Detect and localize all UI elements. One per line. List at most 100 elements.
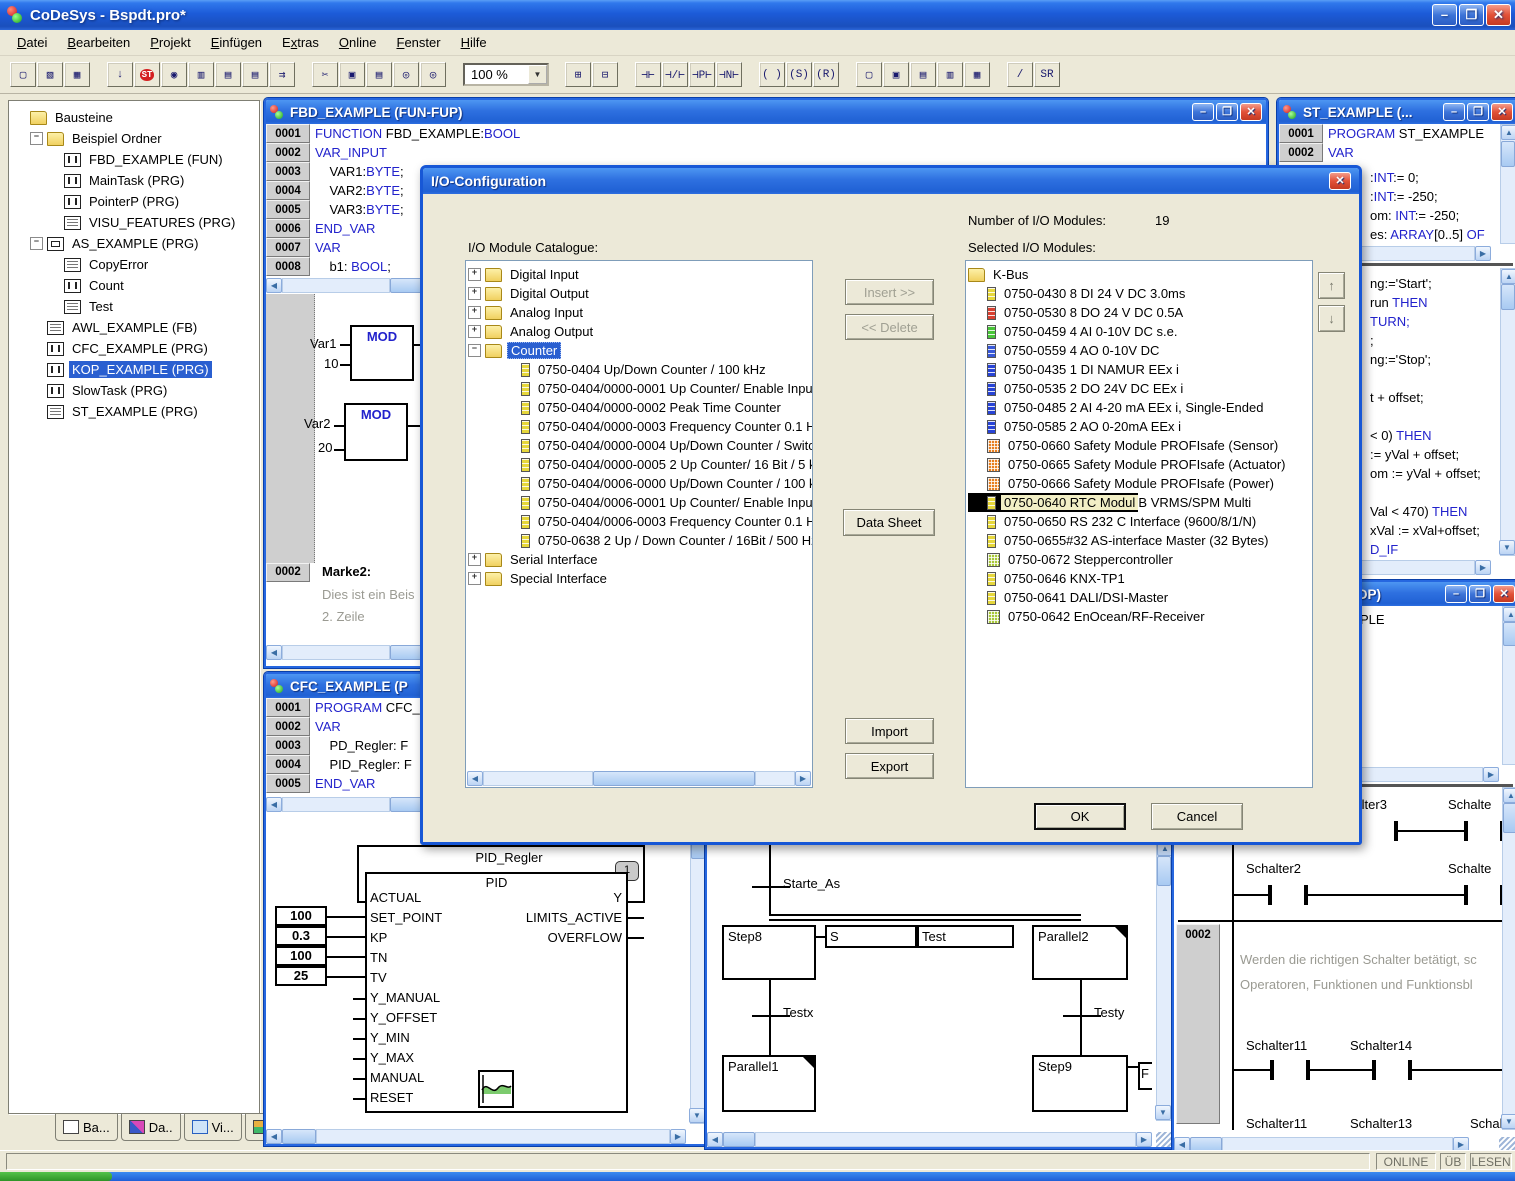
delete-button[interactable]: << Delete [845,314,934,340]
toolbar-button[interactable]: (R) [813,62,839,87]
catalogue-item[interactable]: + Serial Interface [468,550,812,569]
cfc-diagram-pane[interactable]: PID_Regler 1 PID ACTUALSET_POINTKPTNTVY_… [266,813,706,1144]
selected-module-row[interactable]: 0750-0585 2 AO 0-20mA EEx i [968,417,1312,436]
close-button[interactable]: ✕ [1486,4,1511,26]
block-input-pin[interactable]: Y_MANUAL [370,988,442,1008]
selected-module-row[interactable]: 0750-0672 Steppercontroller [968,550,1312,569]
toolbar-button[interactable]: ▣ [339,62,365,87]
import-button[interactable]: Import [845,718,934,744]
toolbar-button[interactable]: ▢ [10,62,36,87]
selected-module-row[interactable]: 0750-0641 DALI/DSI-Master [968,588,1312,607]
catalogue-item[interactable]: 0750-0404/0006-0001 Up Counter/ Enable I… [468,493,812,512]
block-input-pin[interactable]: RESET [370,1088,442,1108]
data-sheet-button[interactable]: Data Sheet [843,509,935,536]
contact-label[interactable]: Schalte [1448,861,1491,876]
maximize-button[interactable]: ❐ [1469,585,1491,603]
tree-item[interactable]: PointerP (PRG) [13,191,259,212]
sfc-action-box-clipped[interactable]: F [1138,1062,1152,1090]
tree-expander[interactable]: − [468,344,481,357]
tree-expander[interactable]: + [468,268,481,281]
toolbar-button[interactable]: ( ) [759,62,785,87]
catalogue-item[interactable]: 0750-0638 2 Up / Down Counter / 16Bit / … [468,531,812,550]
toolbar-button[interactable]: / [1007,62,1033,87]
toolbar-button[interactable]: ▥ [188,62,214,87]
tree-item[interactable]: KOP_EXAMPLE (PRG) [13,359,259,380]
horizontal-scrollbar[interactable]: ◀ [266,645,424,660]
toolbar-button[interactable]: SR [1034,62,1060,87]
selected-module-row[interactable]: 0750-0642 EnOcean/RF-Receiver [968,607,1312,626]
menu-item[interactable]: Datei [8,32,56,53]
tree-item[interactable]: VISU_FEATURES (PRG) [13,212,259,233]
tree-expander[interactable]: + [468,287,481,300]
input-value-box[interactable]: 100 [275,906,327,926]
sfc-action-name[interactable]: Test [917,925,1014,948]
tree-expander[interactable]: − [30,132,43,145]
selected-module-row[interactable]: K-Bus [968,265,1312,284]
catalogue-item[interactable]: + Analog Output [468,322,812,341]
block-input-pin[interactable]: Y_MIN [370,1028,442,1048]
catalogue-item[interactable]: 0750-0404/0006-0003 Frequency Counter 0.… [468,512,812,531]
toolbar-button[interactable]: ✂ [312,62,338,87]
catalogue-item[interactable]: 0750-0404/0000-0005 2 Up Counter/ 16 Bit… [468,455,812,474]
tree-expander[interactable]: − [30,237,43,250]
contact-label[interactable]: Schalte [1470,1116,1503,1131]
ladder-contact[interactable] [1464,885,1503,905]
tree-item[interactable]: FBD_EXAMPLE (FUN) [13,149,259,170]
contact-label[interactable]: Schalter13 [1350,1116,1412,1131]
selected-module-row[interactable]: 0750-0655#32 AS-interface Master (32 Byt… [968,531,1312,550]
start-button[interactable] [0,1172,112,1181]
contact-label[interactable]: Schalter14 [1350,1038,1412,1053]
selected-module-row[interactable]: 0750-0530 8 DO 24 V DC 0.5A [968,303,1312,322]
catalogue-item[interactable]: 0750-0404/0000-0002 Peak Time Counter [468,398,812,417]
fbd-block[interactable]: MOD [350,325,414,381]
minimize-button[interactable]: – [1443,103,1465,121]
toolbar-button[interactable]: ⊟ [592,62,618,87]
menu-item[interactable]: Online [330,32,386,53]
sfc-step[interactable]: Parallel1 [722,1055,816,1112]
catalogue-item[interactable]: 0750-0404/0000-0004 Up/Down Counter / Sw… [468,436,812,455]
st-window-titlebar[interactable]: ST_EXAMPLE (... – ❐ ✕ [1279,100,1515,124]
close-icon[interactable]: ✕ [1493,585,1515,603]
ladder-contact[interactable] [1270,1060,1310,1080]
input-value-box[interactable]: 25 [275,966,327,986]
block-input-pin[interactable]: MANUAL [370,1068,442,1088]
tree-item[interactable]: ST_EXAMPLE (PRG) [13,401,259,422]
toolbar-button[interactable]: ↓ [107,62,133,87]
contact-label[interactable]: Schalter2 [1246,861,1301,876]
minimize-button[interactable]: – [1445,585,1467,603]
toolbar-button[interactable]: ▥ [937,62,963,87]
ok-button[interactable]: OK [1034,803,1126,830]
toolbar-button[interactable]: ⊣/⊢ [662,62,688,87]
tree-item[interactable]: CFC_EXAMPLE (PRG) [13,338,259,359]
catalogue-item[interactable]: 0750-0404/0000-0003 Frequency Counter 0.… [468,417,812,436]
block-input[interactable]: 10 [324,356,338,371]
horizontal-scrollbar[interactable]: ◀▶ [266,1129,686,1144]
selected-module-row[interactable]: 0750-0559 4 AO 0-10V DC [968,341,1312,360]
minimize-button[interactable]: – [1192,103,1214,121]
windows-taskbar[interactable] [0,1172,1515,1181]
io-module-catalogue-list[interactable]: + Digital Input + Digital Output + [465,260,813,788]
toolbar-button[interactable]: ST [134,62,160,87]
contact-label[interactable]: Schalter11 [1246,1116,1307,1131]
sfc-transition-label[interactable]: Testx [783,1005,813,1020]
catalogue-item[interactable]: + Analog Input [468,303,812,322]
catalogue-item[interactable]: 0750-0404/0000-0001 Up Counter/ Enable I… [468,379,812,398]
toolbar-button[interactable]: ▤ [215,62,241,87]
ladder-contact[interactable] [1372,1060,1412,1080]
catalogue-item[interactable]: − Counter [468,341,812,360]
sfc-action-qualifier[interactable]: S [825,925,917,948]
toolbar-button[interactable]: ▦ [964,62,990,87]
toolbar-button[interactable]: ▢ [856,62,882,87]
block-input-pin[interactable]: TN [370,948,442,968]
selected-module-row[interactable]: 0750-0430 8 DI 24 V DC 3.0ms [968,284,1312,303]
input-value-box[interactable]: 100 [275,946,327,966]
palette-tab[interactable]: Ba... [55,1113,118,1141]
catalogue-item[interactable]: + Digital Output [468,284,812,303]
contact-label[interactable]: Schalte [1448,797,1491,812]
input-value-box[interactable]: 0.3 [275,926,327,946]
tree-expander[interactable]: + [468,572,481,585]
export-button[interactable]: Export [845,753,934,779]
menu-item[interactable]: Hilfe [452,32,496,53]
catalogue-item[interactable]: 0750-0404 Up/Down Counter / 100 kHz [468,360,812,379]
close-icon[interactable]: ✕ [1329,172,1351,190]
